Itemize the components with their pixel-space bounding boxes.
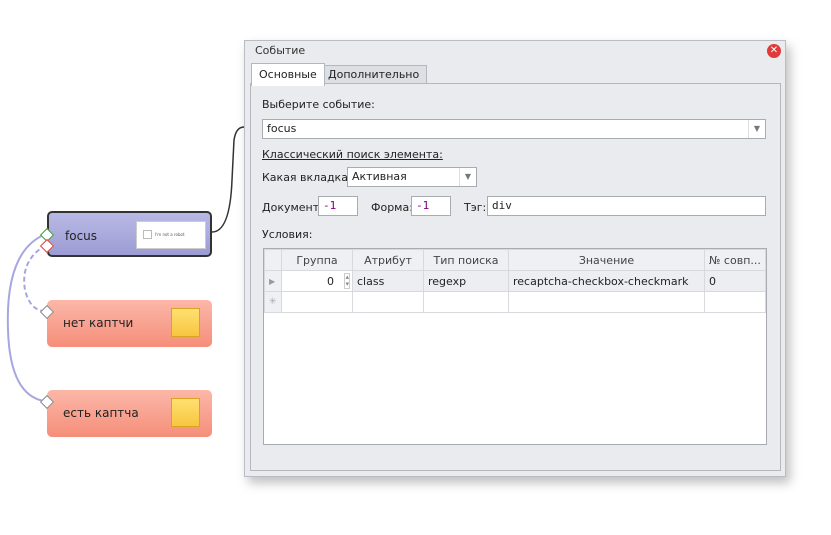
- close-icon[interactable]: ✕: [767, 44, 781, 58]
- which-tab-label: Какая вкладка:: [262, 171, 352, 184]
- node-label: focus: [65, 229, 98, 243]
- group-value: 0: [327, 274, 334, 288]
- tag-label: Тэг:: [464, 201, 487, 214]
- attribute-cell[interactable]: class: [352, 270, 424, 292]
- document-label: Документ:: [262, 201, 323, 214]
- classic-search-label: Классический поиск элемента:: [262, 148, 443, 161]
- sticky-note-icon: [171, 398, 200, 427]
- conditions-grid: Группа Атрибут Тип поиска Значение № сов…: [263, 248, 767, 445]
- match-number-cell[interactable]: 0: [704, 270, 766, 292]
- form-label: Форма:: [371, 201, 413, 214]
- tag-input[interactable]: div: [487, 196, 766, 216]
- node-focus[interactable]: focus I'm not a robot: [47, 211, 212, 257]
- tab-main[interactable]: Основные: [251, 63, 325, 86]
- event-select[interactable]: focus ▼: [262, 119, 766, 139]
- row-indicator-icon: ▶: [264, 270, 282, 292]
- col-attribute[interactable]: Атрибут: [352, 249, 424, 271]
- value-cell[interactable]: recaptcha-checkbox-checkmark: [508, 270, 705, 292]
- node-label: нет каптчи: [63, 316, 134, 330]
- sticky-note-icon: [171, 308, 200, 337]
- new-row[interactable]: ✳: [264, 291, 766, 313]
- captcha-thumbnail: I'm not a robot: [136, 221, 206, 249]
- select-event-label: Выберите событие:: [262, 98, 375, 111]
- col-match-number[interactable]: № совп...: [704, 249, 766, 271]
- which-tab-value: Активная: [352, 170, 407, 183]
- grid-header: Группа Атрибут Тип поиска Значение № сов…: [264, 249, 766, 271]
- node-has-captcha[interactable]: есть каптча: [47, 390, 212, 437]
- col-group[interactable]: Группа: [281, 249, 353, 271]
- spin-icon[interactable]: ▴ ▾: [344, 273, 350, 289]
- search-type-cell[interactable]: regexp: [423, 270, 509, 292]
- tab-additional[interactable]: Дополнительно: [320, 65, 428, 84]
- document-input[interactable]: -1: [318, 196, 358, 216]
- chevron-down-icon: ▼: [459, 168, 476, 186]
- form-input[interactable]: -1: [411, 196, 451, 216]
- conditions-label: Условия:: [262, 228, 313, 241]
- table-row[interactable]: ▶ 0 ▴ ▾ class regexp recaptcha-checkbox-ch…: [264, 270, 766, 292]
- event-value: focus: [267, 122, 297, 135]
- new-row-icon: ✳: [264, 291, 282, 313]
- group-stepper[interactable]: 0 ▴ ▾: [281, 270, 353, 292]
- chevron-down-icon: ▼: [748, 120, 765, 138]
- node-label: есть каптча: [63, 406, 139, 420]
- dialog-title: Событие: [255, 44, 306, 57]
- col-value[interactable]: Значение: [508, 249, 705, 271]
- which-tab-select[interactable]: Активная ▼: [347, 167, 477, 187]
- node-no-captcha[interactable]: нет каптчи: [47, 300, 212, 347]
- event-dialog: Событие ✕ Основные Дополнительно Выберит…: [244, 40, 786, 477]
- tab-panel: Выберите событие: focus ▼ Классический по…: [250, 83, 781, 471]
- col-search-type[interactable]: Тип поиска: [423, 249, 509, 271]
